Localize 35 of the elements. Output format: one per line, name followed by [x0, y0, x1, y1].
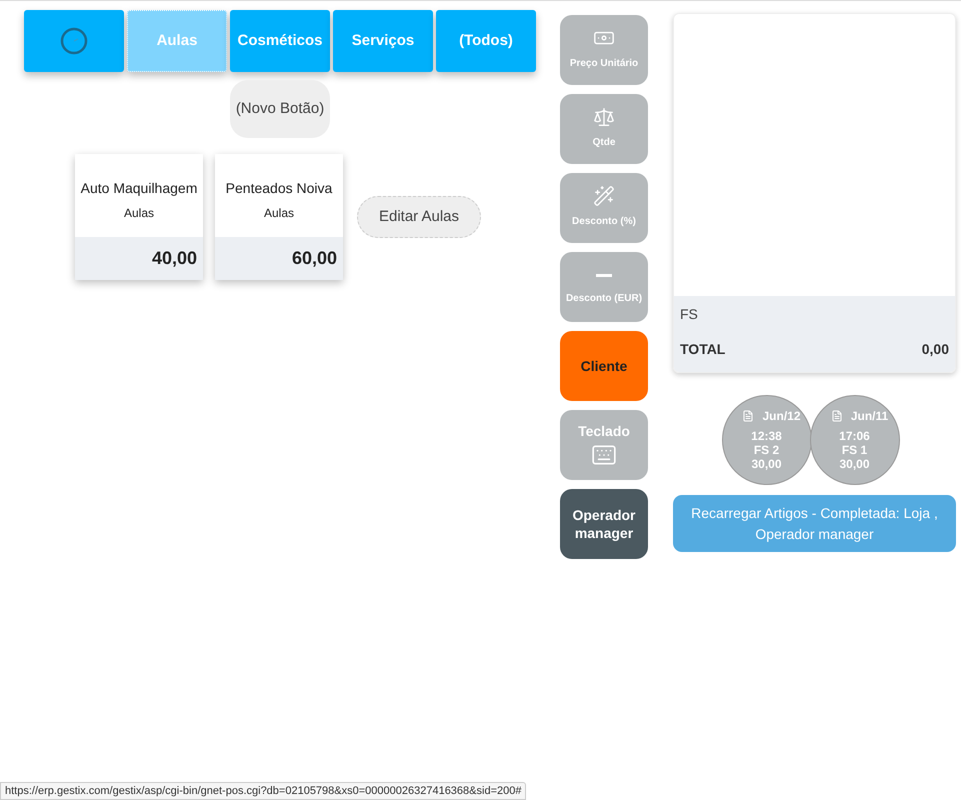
action-button[interactable]: Desconto (EUR): [560, 252, 648, 322]
action-button[interactable]: Operador manager: [560, 489, 648, 559]
action-icon: [593, 106, 615, 128]
document-type: FS: [680, 305, 699, 324]
action-button[interactable]: Desconto (%): [560, 173, 648, 243]
action-icon: [593, 185, 615, 207]
action-button[interactable]: Preço Unitário: [560, 15, 648, 85]
total-value: 0,00: [922, 340, 949, 359]
category-tab[interactable]: Cosméticos: [230, 10, 330, 72]
category-tab[interactable]: Serviços: [333, 10, 433, 72]
product-category: Aulas: [124, 205, 154, 222]
action-button[interactable]: Teclado: [560, 410, 648, 480]
status-bar: https://erp.gestix.com/gestix/asp/cgi-bin/gnet-pos.cgi?db=02105798&xs0=00000026327416368&sid=200#: [0, 782, 526, 800]
category-tab[interactable]: (Todos): [436, 10, 536, 72]
product-price: 60,00: [292, 247, 337, 270]
new-button[interactable]: (Novo Botão): [230, 80, 330, 138]
document-icon: [830, 410, 843, 422]
product-price: 40,00: [152, 247, 197, 270]
product-category: Aulas: [264, 205, 294, 222]
action-button[interactable]: Qtde: [560, 94, 648, 164]
clock-tab[interactable]: [24, 10, 124, 72]
clock-icon: [60, 27, 88, 55]
notice-banner: Recarregar Artigos - Completada: Loja , Operador manager: [673, 495, 956, 552]
product-card[interactable]: Auto Maquilhagem Aulas 40,00: [75, 154, 203, 280]
document-icon: [742, 410, 754, 422]
total-label: TOTAL: [680, 340, 726, 359]
action-button[interactable]: Cliente: [560, 331, 648, 401]
category-tab[interactable]: Aulas: [127, 10, 227, 72]
product-name: Penteados Noiva: [226, 179, 332, 198]
edit-button[interactable]: Editar Aulas: [357, 196, 481, 238]
product-name: Auto Maquilhagem: [80, 179, 198, 198]
recent-receipt[interactable]: Jun/12 12:38 FS 2 30,00: [722, 395, 812, 485]
product-card[interactable]: Penteados Noiva Aulas 60,00: [215, 154, 343, 280]
minus-icon: [596, 274, 612, 277]
recent-receipt[interactable]: Jun/11 17:06 FS 1 30,00: [810, 395, 900, 485]
